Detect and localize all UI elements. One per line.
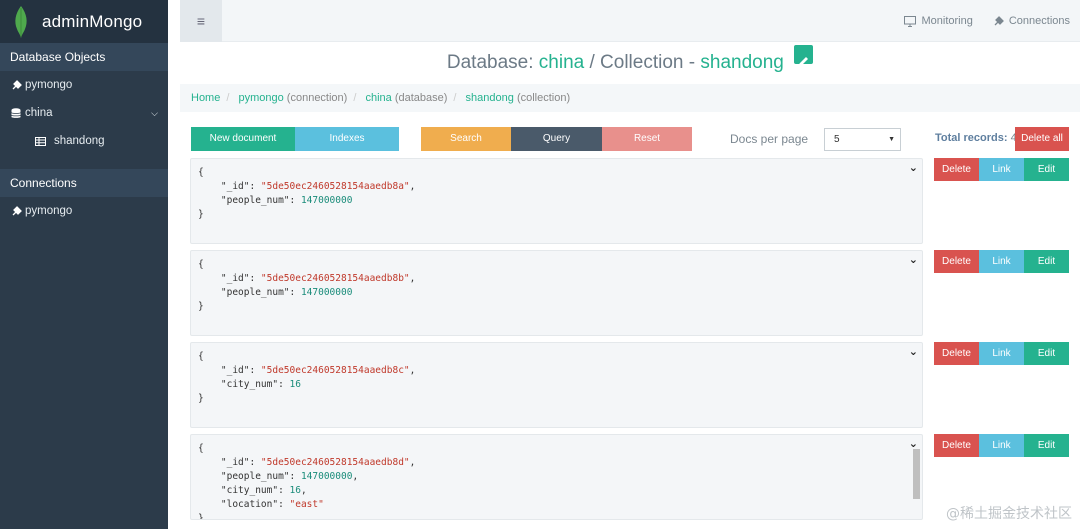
document-card[interactable]: { "_id": "5de50ec2460528154aaedb8a", "pe… [190,158,923,244]
document-line: "_id": "5de50ec2460528154aaedb8d", [198,457,416,468]
document-card[interactable]: { "_id": "5de50ec2460528154aaedb8b", "pe… [190,250,923,336]
sidebar-item-label: pymongo [25,205,73,217]
delete-all-button[interactable]: Delete all [1015,127,1069,151]
new-document-button[interactable]: New document [191,127,295,151]
edit-button[interactable]: Edit [1024,434,1069,457]
sidebar-item-label: pymongo [25,79,73,91]
chevron-down-icon[interactable]: ⌵ [151,108,158,119]
document-line: } [198,393,204,404]
document-line: "_id": "5de50ec2460528154aaedb8c", [198,365,416,376]
docs-per-page-label: Docs per page [730,132,809,146]
total-records: Total records: 4 [935,132,1017,144]
sidebar-item-db-china[interactable]: china ⌵ [0,99,168,127]
edit-button[interactable]: Edit [1024,158,1069,181]
reset-button[interactable]: Reset [602,127,692,151]
plug-icon [994,15,1004,25]
delete-button[interactable]: Delete [934,342,979,365]
document-line: "_id": "5de50ec2460528154aaedb8b", [198,273,416,284]
caret-down-icon: ▼ [888,136,895,143]
toolbar: New document Indexes Search Query Reset … [180,127,1080,151]
app-name: adminMongo [42,11,143,31]
topbar: ≡ Monitoring Connections [180,0,1080,42]
document-line: "people_num": 147000000 [198,287,353,298]
table-icon [34,136,46,146]
delete-button[interactable]: Delete [934,158,979,181]
indexes-button[interactable]: Indexes [295,127,399,151]
document-line: { [198,167,204,178]
section-connections: Connections [0,169,168,197]
document-line: "people_num": 147000000 [198,195,353,206]
plug-icon [10,79,22,91]
expand-chevron-icon[interactable]: ⌄ [909,345,918,358]
sidebar-item-conn-pymongo[interactable]: pymongo [0,197,168,225]
document-line: "people_num": 147000000, [198,471,359,482]
query-button[interactable]: Query [511,127,602,151]
document-line: { [198,351,204,362]
link-button[interactable]: Link [979,250,1024,273]
document-actions: Delete Link Edit [934,342,1069,365]
link-button[interactable]: Link [979,158,1024,181]
document-card[interactable]: { "_id": "5de50ec2460528154aaedb8d", "pe… [190,434,923,520]
edit-button[interactable]: Edit [1024,342,1069,365]
document-actions: Delete Link Edit [934,158,1069,181]
sidebar-item-label: shandong [54,135,105,147]
breadcrumb-home[interactable]: Home [191,92,220,104]
expand-chevron-icon[interactable]: ⌄ [909,253,918,266]
top-nav: Monitoring Connections [904,0,1070,42]
monitoring-link[interactable]: Monitoring [904,15,973,27]
document-line: "city_num": 16, [198,485,307,496]
document-line: } [198,301,204,312]
link-button[interactable]: Link [979,434,1024,457]
breadcrumb: Home / pymongo (connection) / china (datab… [180,84,1080,112]
edit-collection-pencil-icon[interactable] [794,45,814,66]
delete-button[interactable]: Delete [934,250,979,273]
document-line: } [198,513,204,520]
docs-per-page-select[interactable]: 5 ▼ [824,128,901,151]
title-collection-name: shandong [700,52,784,73]
database-icon [10,107,22,119]
document-line: "city_num": 16 [198,379,301,390]
document-line: { [198,259,204,270]
document-line: "_id": "5de50ec2460528154aaedb8a", [198,181,416,192]
breadcrumb-collection[interactable]: shandong [466,92,514,104]
brand[interactable]: adminMongo [0,0,168,43]
page-title: Database: china / Collection - shandong [180,42,1080,84]
section-database-objects: Database Objects [0,43,168,71]
title-db-name: china [538,52,585,73]
delete-button[interactable]: Delete [934,434,979,457]
sidebar-item-label: china [25,107,53,119]
sidebar: adminMongo Database Objects pymongo chin… [0,0,168,529]
main-content: Database: china / Collection - shandong … [180,42,1080,529]
scrollbar-thumb[interactable] [913,449,920,499]
watermark: @稀土掘金技术社区 [946,506,1072,522]
document-card[interactable]: { "_id": "5de50ec2460528154aaedb8c", "ci… [190,342,923,428]
document-line: "location": "east" [198,499,324,510]
link-button[interactable]: Link [979,342,1024,365]
edit-button[interactable]: Edit [1024,250,1069,273]
connections-link[interactable]: Connections [993,15,1070,27]
mongodb-leaf-icon [15,5,27,38]
document-actions: Delete Link Edit [934,434,1069,457]
document-line: } [198,209,204,220]
menu-toggle-icon[interactable]: ≡ [180,0,222,42]
sidebar-item-connection-pymongo[interactable]: pymongo [0,71,168,99]
expand-chevron-icon[interactable]: ⌄ [909,161,918,174]
document-actions: Delete Link Edit [934,250,1069,273]
breadcrumb-database[interactable]: china [365,92,391,104]
breadcrumb-connection[interactable]: pymongo [238,92,283,104]
plug-icon [10,205,22,217]
sidebar-item-collection-shandong[interactable]: shandong [0,127,168,155]
document-line: { [198,443,204,454]
search-button[interactable]: Search [421,127,511,151]
monitor-icon [904,15,917,27]
